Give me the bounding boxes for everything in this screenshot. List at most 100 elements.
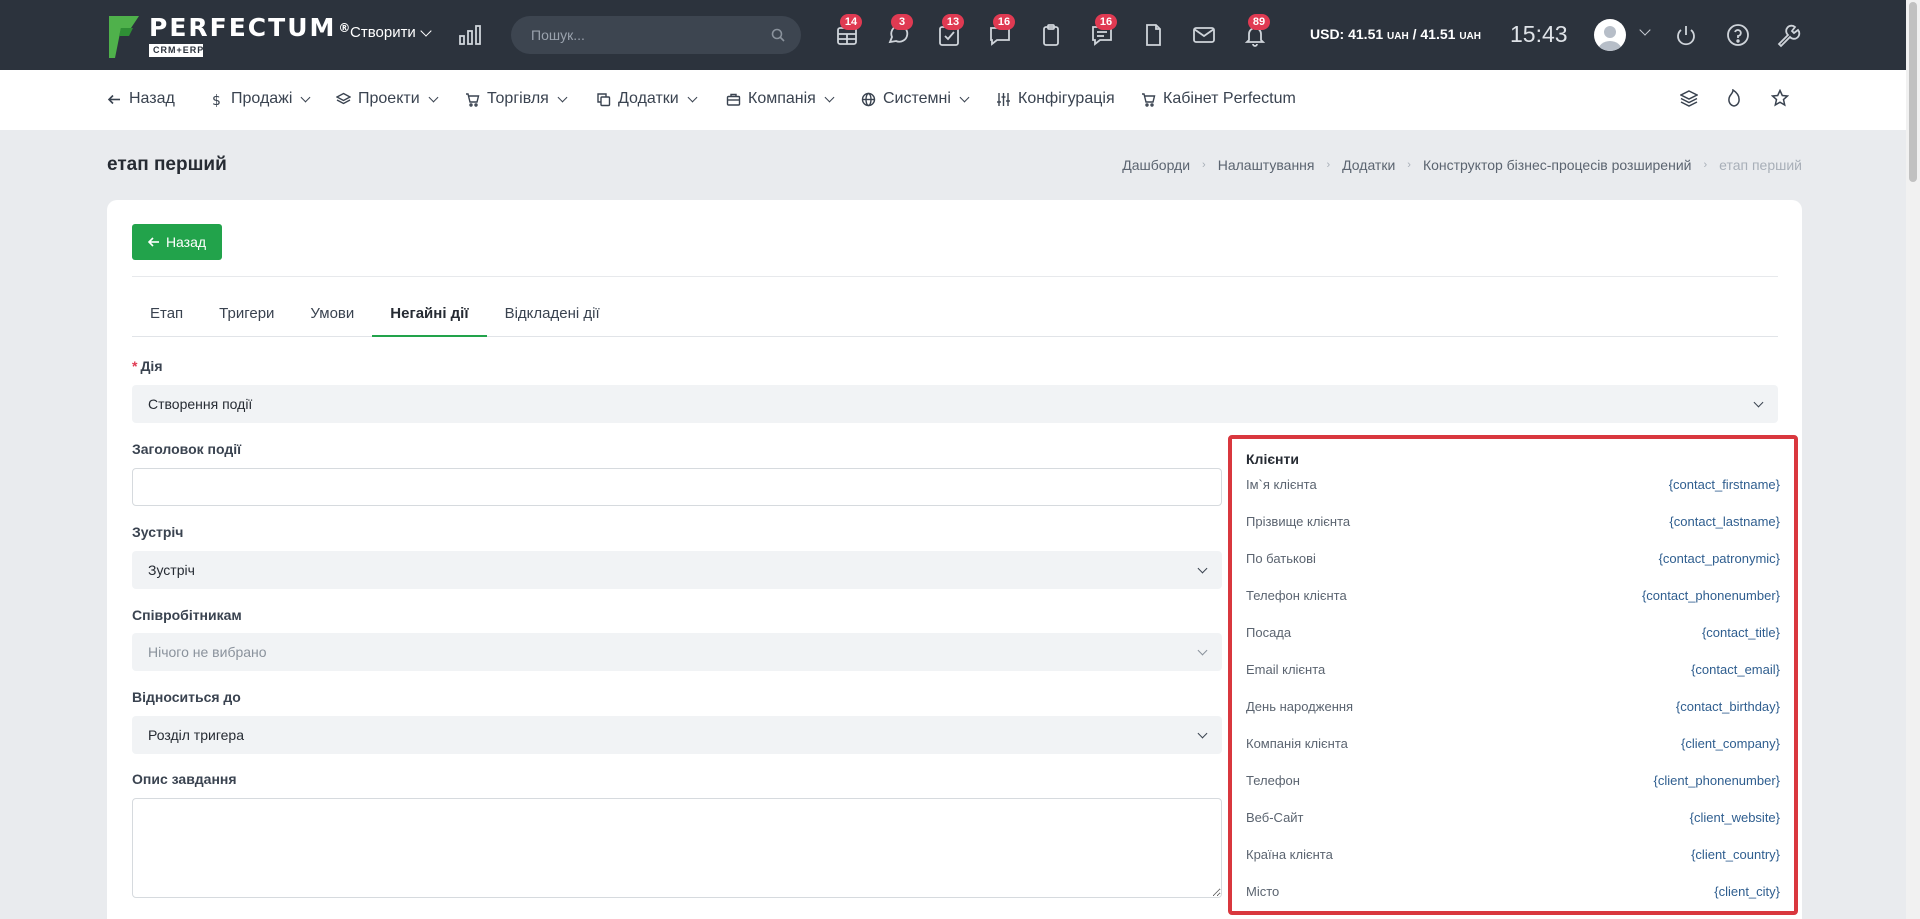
- meeting-select[interactable]: Зустріч: [132, 551, 1222, 589]
- notifications-badge: 89: [1248, 14, 1270, 30]
- variable-label: Компанія клієнта: [1246, 736, 1348, 751]
- avatar[interactable]: [1594, 19, 1626, 51]
- breadcrumb-chevron-icon: ›: [1202, 159, 1206, 171]
- nav-sales-label: Продажі: [231, 90, 293, 107]
- bell-icon[interactable]: 89: [1242, 14, 1270, 48]
- variable-token[interactable]: {client_city}: [1714, 884, 1780, 904]
- power-icon[interactable]: [1673, 22, 1699, 48]
- chevron-down-icon: [300, 92, 311, 102]
- variable-token[interactable]: {contact_lastname}: [1669, 514, 1780, 534]
- breadcrumb-settings[interactable]: Налаштування: [1218, 157, 1315, 173]
- create-label: Створити: [350, 24, 416, 41]
- currency-unit: UAH: [1387, 31, 1409, 42]
- variable-label: Телефон: [1246, 773, 1300, 788]
- variable-label: Email клієнта: [1246, 662, 1326, 677]
- variable-row: Email клієнта {contact_email}: [1246, 662, 1780, 682]
- stage-tabs: Етап Тригери Умови Негайні дії Відкладен…: [132, 303, 1778, 337]
- nav-sales[interactable]: $ Продажі: [209, 90, 311, 108]
- search-icon[interactable]: [771, 28, 785, 42]
- create-dropdown[interactable]: Створити: [350, 24, 432, 41]
- help-icon[interactable]: [1725, 22, 1751, 48]
- breadcrumb-dashboards[interactable]: Дашборди: [1122, 157, 1190, 173]
- arrow-left-icon: [147, 237, 159, 247]
- nav-perfectum-cabinet[interactable]: Кабінет Perfectum: [1141, 90, 1296, 108]
- nav-projects-label: Проекти: [358, 90, 420, 107]
- action-select[interactable]: Створення події: [132, 385, 1778, 423]
- cart-icon: [1142, 92, 1156, 107]
- breadcrumb-bp-constructor[interactable]: Конструктор бізнес-процесів розширений: [1423, 157, 1692, 173]
- nav-trade[interactable]: Торгівля: [465, 90, 568, 108]
- chat-icon[interactable]: 3: [885, 14, 913, 48]
- nav-company[interactable]: Компанія: [726, 90, 835, 108]
- chevron-down-icon: [1197, 728, 1208, 738]
- nav-addons[interactable]: Додатки: [596, 90, 698, 108]
- staff-select[interactable]: Нічого не вибрано: [132, 633, 1222, 671]
- scrollbar-thumb[interactable]: [1909, 2, 1917, 182]
- arrow-left-icon: [107, 94, 120, 104]
- breadcrumb: Дашборди › Налаштування › Додатки › Констру…: [1122, 157, 1802, 173]
- tab-triggers[interactable]: Тригери: [201, 303, 292, 337]
- messages-icon[interactable]: 16: [1089, 14, 1117, 48]
- star-icon[interactable]: [1771, 89, 1789, 107]
- tab-stage[interactable]: Етап: [132, 303, 201, 337]
- variable-token[interactable]: {contact_title}: [1702, 625, 1780, 645]
- nav-system[interactable]: Системні: [861, 90, 970, 108]
- search-input[interactable]: [531, 27, 771, 43]
- tab-delayed-actions[interactable]: Відкладені дії: [487, 303, 618, 337]
- variable-label: Країна клієнта: [1246, 847, 1333, 862]
- nav-back[interactable]: Назад: [107, 90, 175, 108]
- variable-token[interactable]: {client_company}: [1681, 736, 1780, 756]
- document-icon[interactable]: [1140, 22, 1166, 48]
- back-button[interactable]: Назад: [132, 224, 222, 260]
- tab-immediate-actions[interactable]: Негайні дії: [372, 303, 487, 337]
- client-variables-panel: Клієнти Ім`я клієнта {contact_firstname} …: [1228, 435, 1798, 915]
- variable-token[interactable]: {contact_firstname}: [1669, 477, 1780, 497]
- variable-label: По батькові: [1246, 551, 1316, 566]
- action-label: * Дія: [132, 358, 163, 374]
- divider: [132, 276, 1778, 277]
- comments-icon[interactable]: 16: [987, 14, 1015, 48]
- event-title-input[interactable]: [132, 468, 1222, 506]
- bar-chart-icon[interactable]: [458, 25, 482, 45]
- chevron-down-icon: [1197, 645, 1208, 655]
- wrench-icon[interactable]: [1775, 22, 1801, 48]
- cart-icon: [466, 92, 480, 107]
- stock-icon[interactable]: 14: [834, 14, 862, 48]
- fire-icon[interactable]: [1725, 89, 1743, 107]
- page-scrollbar[interactable]: [1906, 0, 1920, 919]
- variable-label: Посада: [1246, 625, 1292, 640]
- variable-row: Телефон клієнта {contact_phonenumber}: [1246, 588, 1780, 608]
- staff-select-placeholder: Нічого не вибрано: [148, 644, 267, 660]
- globe-icon: [861, 92, 876, 106]
- tasks-icon[interactable]: 13: [936, 14, 964, 48]
- variable-token[interactable]: {contact_phonenumber}: [1642, 588, 1780, 608]
- variable-token[interactable]: {client_country}: [1691, 847, 1780, 867]
- sliders-icon: [997, 92, 1010, 106]
- chevron-down-icon: [428, 92, 439, 102]
- chevron-down-icon: [959, 92, 970, 102]
- description-textarea[interactable]: [132, 798, 1222, 898]
- comments-badge: 16: [993, 14, 1015, 30]
- variable-token[interactable]: {contact_birthday}: [1676, 699, 1780, 719]
- relates-to-select[interactable]: Розділ тригера: [132, 716, 1222, 754]
- breadcrumb-addons[interactable]: Додатки: [1342, 157, 1395, 173]
- logo[interactable]: PERFECTUM ® CRM+ERP: [107, 14, 352, 60]
- layers-icon: [336, 92, 351, 104]
- nav-configuration[interactable]: Конфігурація: [996, 90, 1115, 108]
- variable-row: Телефон {client_phonenumber}: [1246, 773, 1780, 793]
- logo-text: PERFECTUM: [149, 13, 337, 42]
- variable-token[interactable]: {contact_patronymic}: [1659, 551, 1780, 571]
- nav-system-label: Системні: [883, 90, 951, 107]
- clipboard-icon[interactable]: [1038, 22, 1064, 48]
- user-menu-chevron-icon[interactable]: [1639, 24, 1651, 36]
- variable-label: Місто: [1246, 884, 1280, 899]
- nav-projects[interactable]: Проекти: [336, 90, 439, 108]
- breadcrumb-current: етап перший: [1719, 157, 1802, 173]
- tab-conditions[interactable]: Умови: [292, 303, 372, 337]
- mail-icon[interactable]: [1191, 22, 1217, 48]
- layers-icon[interactable]: [1680, 89, 1698, 107]
- variable-token[interactable]: {client_website}: [1690, 810, 1780, 830]
- variable-token[interactable]: {client_phonenumber}: [1654, 773, 1781, 793]
- variable-token[interactable]: {contact_email}: [1691, 662, 1780, 682]
- currency-unit-2: UAH: [1459, 31, 1481, 42]
